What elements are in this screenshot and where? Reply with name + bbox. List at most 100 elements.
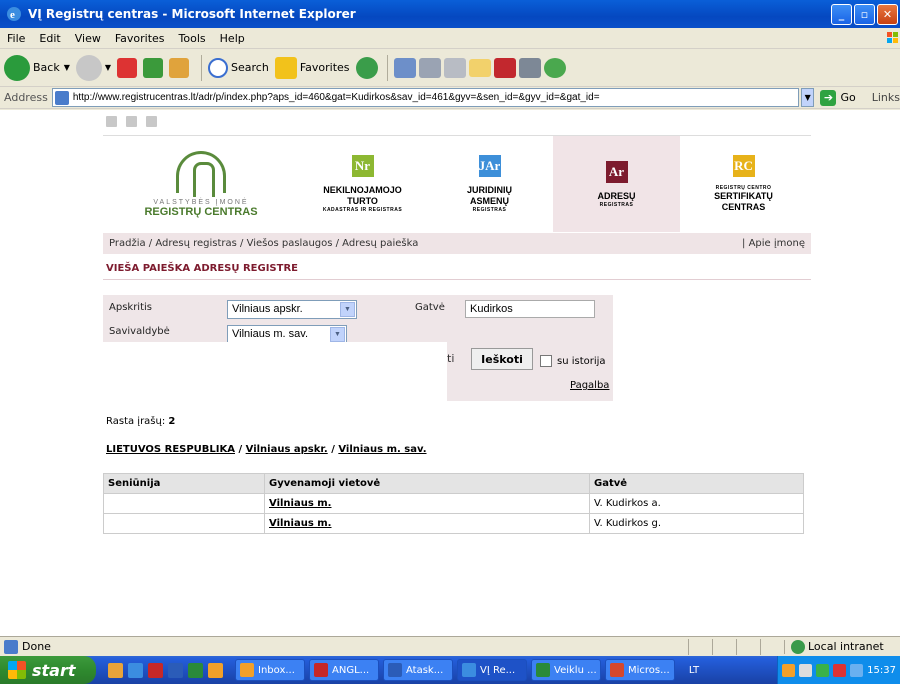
- address-url: http://www.registrucentras.lt/adr/p/inde…: [72, 92, 600, 103]
- help-link[interactable]: Pagalba: [570, 380, 609, 391]
- path-municipality-link[interactable]: Vilniaus m. sav.: [338, 444, 426, 455]
- ja-registry-logo[interactable]: JAr JURIDINIŲ ASMENŲ REGISTRAS: [426, 136, 553, 232]
- home-icon[interactable]: [106, 116, 117, 127]
- task-powerpoint[interactable]: Micros...: [605, 659, 675, 681]
- search-button[interactable]: Search: [208, 57, 269, 78]
- minimize-button[interactable]: _: [831, 3, 852, 25]
- certificate-center-logo[interactable]: RC REGISTRŲ CENTRO SERTIFIKATŲ CENTRAS: [680, 136, 807, 232]
- site-utility-icons: [106, 116, 157, 127]
- tray-app-icon[interactable]: [782, 663, 796, 677]
- table-header-row: Seniūnija Gyvenamoji vietovė Gatvė: [103, 473, 804, 494]
- history-icon[interactable]: [355, 56, 378, 79]
- task-acrobat[interactable]: ANGL...: [309, 659, 379, 681]
- edit-icon[interactable]: [443, 57, 466, 78]
- close-button[interactable]: ✕: [877, 3, 898, 25]
- language-indicator[interactable]: LT: [679, 665, 709, 676]
- security-zone[interactable]: Local intranet: [784, 639, 900, 654]
- menu-view[interactable]: View: [68, 32, 108, 45]
- menu-edit[interactable]: Edit: [32, 32, 67, 45]
- table-row: Vilniaus m. V. Kudirkos a.: [103, 493, 804, 514]
- path-county-link[interactable]: Vilniaus apskr.: [246, 444, 328, 455]
- quicklaunch-ie-icon[interactable]: [128, 662, 143, 678]
- menu-favorites[interactable]: Favorites: [108, 32, 172, 45]
- clock[interactable]: 15:37: [867, 665, 896, 676]
- quicklaunch-word-icon[interactable]: [168, 662, 183, 678]
- phone-icon[interactable]: [126, 116, 137, 127]
- column-header-street: Gatvė: [589, 473, 804, 494]
- volume-icon[interactable]: [799, 663, 813, 677]
- book-icon[interactable]: [493, 57, 516, 78]
- status-cell: [736, 638, 760, 655]
- address-dropdown-button[interactable]: ▼: [800, 88, 815, 107]
- ie-icon: [462, 663, 476, 677]
- status-message: Done: [0, 639, 688, 654]
- cell-eldership: [103, 493, 265, 514]
- search-submit-button[interactable]: Ieškoti: [471, 348, 533, 370]
- menu-help[interactable]: Help: [213, 32, 252, 45]
- ja-badge-icon: JAr: [478, 155, 501, 177]
- favorites-button[interactable]: Favorites: [274, 56, 350, 79]
- star-icon: [274, 56, 297, 79]
- quicklaunch-excel-icon[interactable]: [188, 662, 203, 678]
- cell-town-link[interactable]: Vilniaus m.: [264, 513, 590, 534]
- menu-bar: File Edit View Favorites Tools Help: [0, 28, 900, 49]
- county-select[interactable]: Vilniaus apskr. ▼: [227, 300, 357, 319]
- quicklaunch-acrobat-icon[interactable]: [148, 662, 163, 678]
- results-table: Seniūnija Gyvenamoji vietovė Gatvė Vilni…: [103, 473, 804, 534]
- task-outlook[interactable]: Inbox...: [235, 659, 305, 681]
- intranet-icon: [791, 639, 805, 654]
- nt-registry-logo[interactable]: Nr NEKILNOJAMOJO TURTO KADASTRAS IR REGI…: [299, 136, 426, 232]
- links-toolbar[interactable]: Links: [872, 91, 900, 104]
- history-checkbox[interactable]: [540, 355, 552, 367]
- menu-tools[interactable]: Tools: [172, 32, 213, 45]
- status-cell: [760, 638, 784, 655]
- task-ie[interactable]: VĮ Re...: [457, 659, 527, 681]
- task-excel[interactable]: Veiklu ...: [531, 659, 601, 681]
- street-input[interactable]: Kudirkos: [465, 300, 595, 318]
- registru-centras-logo[interactable]: VALSTYBĖS ĮMONĖ REGISTRŲ CENTRAS: [103, 136, 299, 232]
- stop-icon[interactable]: [117, 57, 138, 78]
- cell-street: V. Kudirkos a.: [589, 493, 804, 514]
- forward-button[interactable]: ▼: [75, 54, 111, 81]
- quicklaunch-outlook-icon[interactable]: [208, 662, 223, 678]
- result-count-value: 2: [168, 416, 176, 427]
- messenger-icon[interactable]: [543, 57, 566, 78]
- breadcrumb: Pradžia / Adresų registras / Viešos pasl…: [103, 233, 811, 254]
- quicklaunch-app-icon[interactable]: [108, 662, 123, 678]
- address-registry-logo[interactable]: Ar ADRESŲ REGISTRAS: [553, 136, 680, 232]
- folder-icon[interactable]: [468, 58, 491, 77]
- security-icon[interactable]: [833, 663, 847, 677]
- task-word[interactable]: Atask...: [383, 659, 453, 681]
- menu-file[interactable]: File: [0, 32, 32, 45]
- column-header-town: Gyvenamoji vietovė: [264, 473, 590, 494]
- cell-town-link[interactable]: Vilniaus m.: [264, 493, 590, 514]
- acrobat-icon: [314, 663, 328, 677]
- about-company-link[interactable]: | Apie įmonę: [742, 238, 805, 249]
- address-input[interactable]: http://www.registrucentras.lt/adr/p/inde…: [51, 88, 799, 107]
- breadcrumb-trail[interactable]: Pradžia / Adresų registras / Viešos pasl…: [109, 238, 742, 249]
- network-icon[interactable]: [816, 663, 830, 677]
- start-button[interactable]: start: [0, 656, 96, 684]
- arch-logo-icon: [176, 150, 226, 197]
- nt-badge-icon: Nr: [351, 155, 374, 177]
- search-icon: [208, 57, 229, 78]
- research-icon[interactable]: [518, 57, 541, 78]
- path-country-link[interactable]: LIETUVOS RESPUBLIKA: [106, 444, 235, 455]
- quick-launch: [96, 662, 235, 678]
- mail-icon[interactable]: [393, 57, 416, 78]
- clear-button-partial[interactable]: ti: [447, 352, 454, 365]
- back-button[interactable]: Back ▼: [4, 54, 70, 81]
- browser-toolbar: Back ▼ ▼ Search Favorites: [0, 49, 900, 87]
- go-button[interactable]: ➔ Go: [820, 89, 856, 106]
- page-viewport: VALSTYBĖS ĮMONĖ REGISTRŲ CENTRAS Nr NEKI…: [0, 110, 900, 636]
- maximize-button[interactable]: ▫: [854, 3, 875, 25]
- print-icon[interactable]: [418, 57, 441, 78]
- home-icon[interactable]: [169, 57, 190, 78]
- envelope-icon[interactable]: [146, 116, 157, 127]
- heading-divider: [103, 279, 811, 280]
- table-row: Vilniaus m. V. Kudirkos g.: [103, 513, 804, 534]
- adr-badge-icon: Ar: [605, 160, 628, 183]
- display-icon[interactable]: [850, 663, 864, 677]
- window-title-bar[interactable]: e VĮ Registrų centras - Microsoft Intern…: [0, 0, 900, 28]
- refresh-icon[interactable]: [143, 57, 164, 78]
